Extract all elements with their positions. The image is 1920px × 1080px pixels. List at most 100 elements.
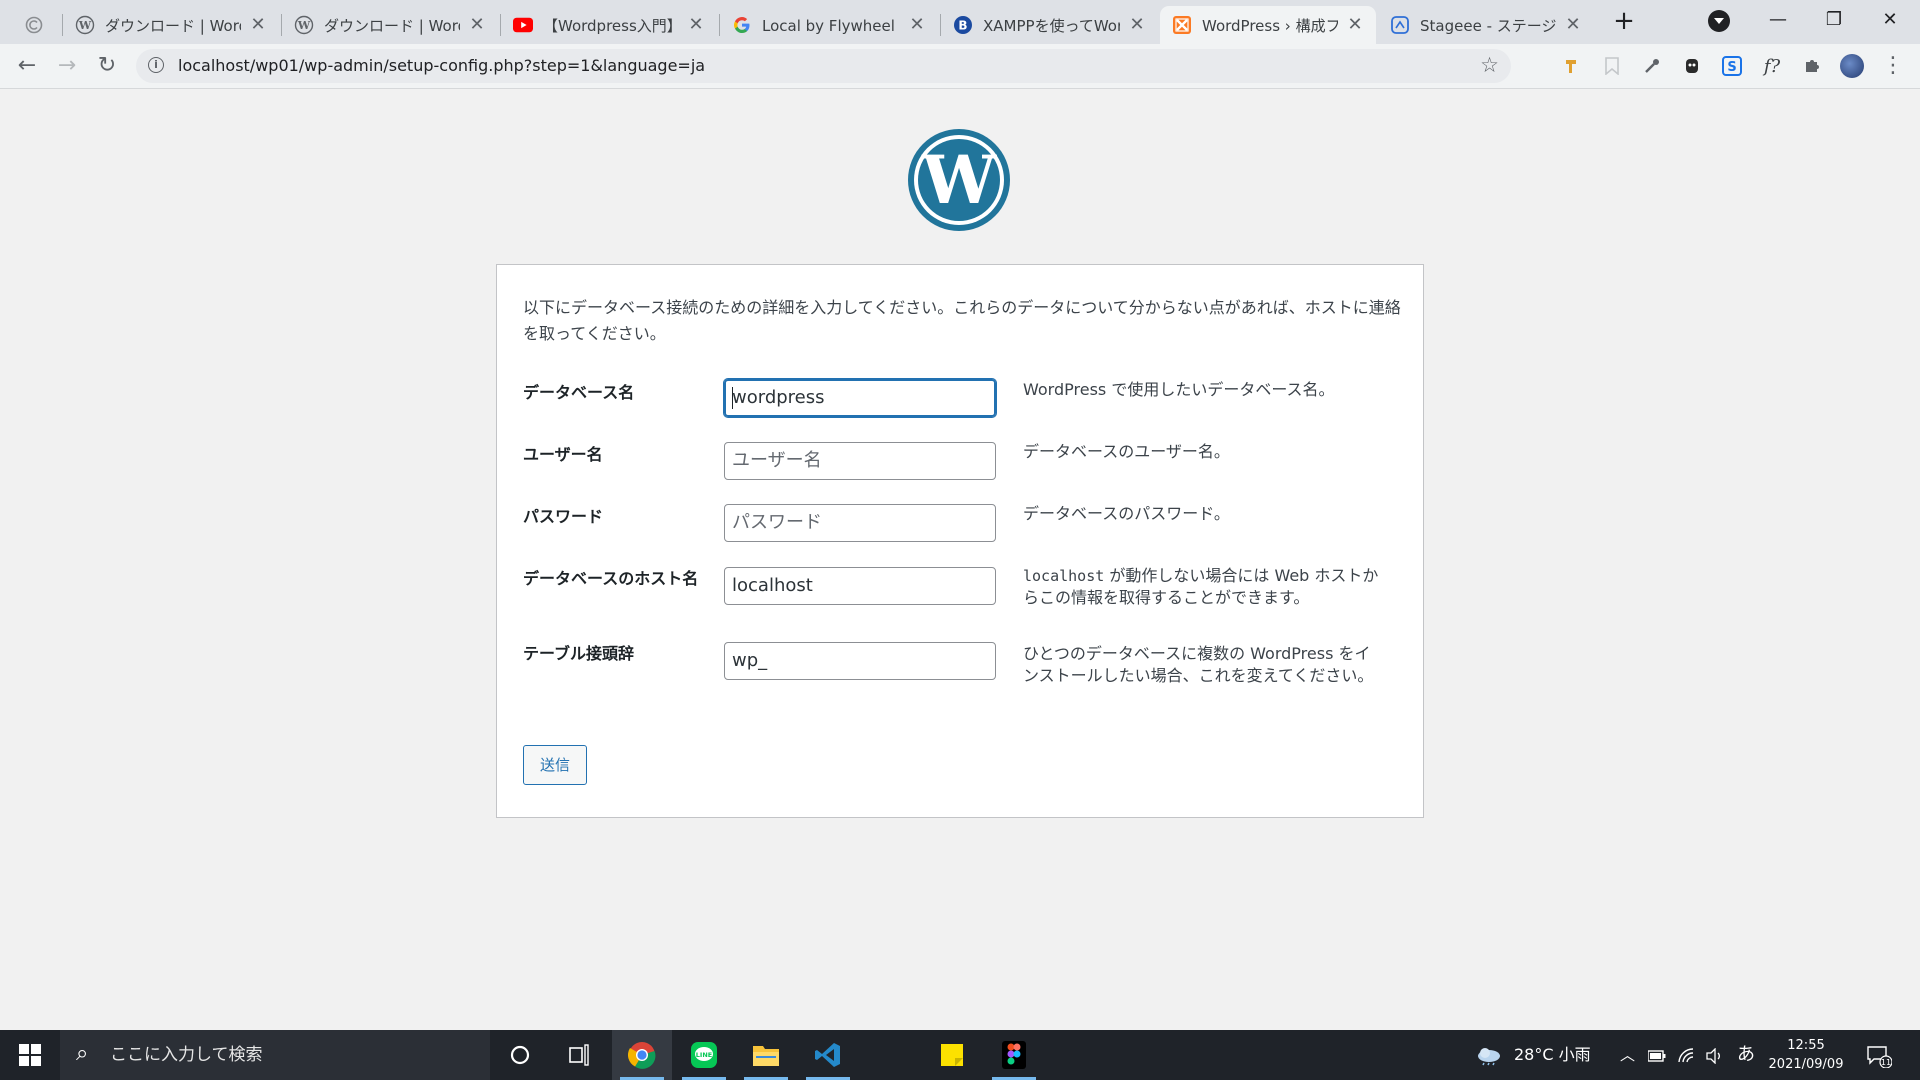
tab-youtube[interactable]: 【Wordpress入門】WEB ✕ [501, 6, 717, 44]
help-password: データベースのパスワード。 [1023, 504, 1230, 523]
reload-icon[interactable]: ↻ [92, 51, 122, 81]
forward-arrow-icon[interactable]: → [52, 51, 82, 81]
extension-face-icon[interactable] [1680, 54, 1704, 78]
help-database-name: WordPress で使用したいデータベース名。 [1023, 380, 1335, 399]
tab-title: WordPress › 構成ファイル [1202, 16, 1338, 35]
task-view-icon[interactable] [550, 1030, 610, 1080]
tab-close-icon[interactable]: ✕ [249, 16, 267, 34]
weather-cloud-icon[interactable] [1476, 1030, 1502, 1080]
tab-wordpress-setup[interactable]: WordPress › 構成ファイル ✕ [1160, 6, 1376, 44]
tab-close-icon[interactable]: ✕ [1346, 16, 1364, 34]
search-icon: ⌕ [76, 1041, 89, 1066]
bookmark-star-icon[interactable]: ☆ [1480, 53, 1499, 77]
taskbar-search-placeholder: ここに入力して検索 [110, 1045, 263, 1065]
sticky-notes-icon[interactable] [922, 1030, 982, 1080]
notification-center-icon[interactable]: 11 [1866, 1030, 1910, 1080]
extension-hammer-icon[interactable] [1560, 54, 1584, 78]
setup-config-form: 以下にデータベース接続のための詳細を入力してください。これらのデータについて分か… [496, 264, 1424, 818]
vscode-icon[interactable] [798, 1030, 858, 1080]
tab-close-icon[interactable]: ✕ [687, 16, 705, 34]
extension-s-icon[interactable]: S [1720, 54, 1744, 78]
tab-wp-download-1[interactable]: W ダウンロード | WordPress ✕ [63, 6, 279, 44]
svg-text:W: W [297, 19, 311, 32]
taskbar-search-box[interactable]: ⌕ ここに入力して検索 [60, 1030, 490, 1080]
database-host-input[interactable]: localhost [724, 567, 996, 605]
weather-text[interactable]: 28°C 小雨 [1514, 1030, 1591, 1080]
tab-wp-download-2[interactable]: W ダウンロード | WordPress ✕ [282, 6, 498, 44]
help-username: データベースのユーザー名。 [1023, 442, 1230, 461]
label-table-prefix: テーブル接頭辞 [523, 644, 635, 663]
svg-text:W: W [921, 141, 997, 219]
windows-start-icon[interactable] [0, 1030, 60, 1080]
tab-close-icon[interactable]: ✕ [1564, 16, 1582, 34]
youtube-icon [513, 15, 533, 35]
battery-icon[interactable] [1647, 1030, 1666, 1080]
site-info-icon[interactable]: i [148, 57, 164, 73]
cortana-icon[interactable] [490, 1030, 550, 1080]
volume-icon[interactable] [1706, 1030, 1724, 1080]
extensions-puzzle-icon[interactable] [1800, 54, 1824, 78]
bookmark-extension-icon[interactable] [1600, 54, 1624, 78]
tab-close-icon[interactable]: ✕ [468, 16, 486, 34]
browser-tab-strip: W ダウンロード | WordPress ✕ W ダウンロード | WordPr… [0, 0, 1920, 44]
label-database-name: データベース名 [523, 383, 635, 402]
menu-dots-icon[interactable]: ⋮ [1882, 52, 1904, 80]
wordpress-icon: W [294, 15, 314, 35]
tab-close-icon[interactable]: ✕ [908, 16, 926, 34]
database-name-value: wordpress [732, 387, 825, 408]
label-database-host: データベースのホスト名 [523, 569, 699, 588]
tab-title: Stageee - ステージー [1420, 16, 1556, 35]
windows-taskbar: ⌕ ここに入力して検索 LINE 28°C 小雨 ︿ あ 12:55 2021/… [0, 1030, 1920, 1080]
font-inspector-icon[interactable]: f? [1760, 54, 1784, 78]
new-tab-plus-icon[interactable]: + [1608, 6, 1640, 38]
window-close-icon[interactable]: ✕ [1862, 0, 1918, 40]
notification-count: 11 [1881, 1058, 1891, 1067]
address-bar[interactable]: i localhost/wp01/wp-admin/setup-config.p… [136, 49, 1511, 83]
restore-icon[interactable]: ❐ [1806, 0, 1862, 40]
wordpress-logo-icon[interactable]: W [906, 127, 1012, 233]
file-explorer-icon[interactable] [736, 1030, 796, 1080]
database-name-input[interactable]: wordpress [724, 379, 996, 417]
tab-xampp-article[interactable]: B XAMPPを使ってWordPress ✕ [941, 6, 1158, 44]
browser-toolbar: ← → ↻ i localhost/wp01/wp-admin/setup-co… [0, 44, 1920, 89]
b-icon: B [953, 15, 973, 35]
svg-text:S: S [1727, 60, 1736, 75]
svg-text:B: B [958, 19, 967, 33]
username-input[interactable]: ユーザー名 [724, 442, 996, 480]
tab-search-icon[interactable] [1708, 10, 1730, 32]
table-prefix-input[interactable]: wp_ [724, 642, 996, 680]
help-database-host: localhost が動作しない場合には Web ホストからこの情報を取得するこ… [1023, 565, 1383, 609]
address-bar-url: localhost/wp01/wp-admin/setup-config.php… [178, 56, 706, 75]
svg-text:LINE: LINE [696, 1051, 712, 1059]
chrome-taskbar-icon[interactable] [612, 1030, 672, 1080]
back-arrow-icon[interactable]: ← [12, 51, 42, 81]
tab-title: ダウンロード | WordPress [105, 16, 241, 35]
line-taskbar-icon[interactable]: LINE [674, 1030, 734, 1080]
tab-stageee[interactable]: Stageee - ステージー ✕ [1378, 6, 1594, 44]
figma-icon[interactable] [984, 1030, 1044, 1080]
help-table-prefix: ひとつのデータベースに複数の WordPress をインストールしたい場合、これ… [1023, 644, 1374, 685]
tab-title: 【Wordpress入門】WEB [543, 16, 679, 35]
wordpress-icon: W [75, 15, 95, 35]
wifi-icon[interactable] [1678, 1030, 1696, 1080]
tab-local-flywheel[interactable]: Local by Flywheel エラー ✕ [720, 6, 938, 44]
label-username: ユーザー名 [523, 445, 603, 464]
help-host-code: localhost [1023, 567, 1105, 585]
intro-text: 以下にデータベース接続のための詳細を入力してください。これらのデータについて分か… [523, 298, 1401, 343]
tab-title: ダウンロード | WordPress [324, 16, 460, 35]
clock-date: 2021/09/09 [1768, 1057, 1844, 1072]
stageee-icon [1390, 15, 1410, 35]
loading-icon [24, 15, 44, 35]
eyedropper-icon[interactable] [1640, 54, 1664, 78]
taskbar-clock[interactable]: 12:55 2021/09/09 [1756, 1036, 1856, 1074]
submit-button[interactable]: 送信 [523, 745, 587, 785]
minimize-icon[interactable]: — [1750, 0, 1806, 40]
clock-time: 12:55 [1787, 1038, 1825, 1053]
profile-avatar[interactable] [1840, 54, 1864, 78]
tab-loading[interactable] [14, 6, 60, 44]
tab-close-icon[interactable]: ✕ [1128, 16, 1146, 34]
ime-indicator[interactable]: あ [1737, 1030, 1755, 1080]
password-input[interactable]: パスワード [724, 504, 996, 542]
tab-title: XAMPPを使ってWordPress [983, 16, 1120, 35]
tray-chevron-icon[interactable]: ︿ [1620, 1030, 1635, 1080]
